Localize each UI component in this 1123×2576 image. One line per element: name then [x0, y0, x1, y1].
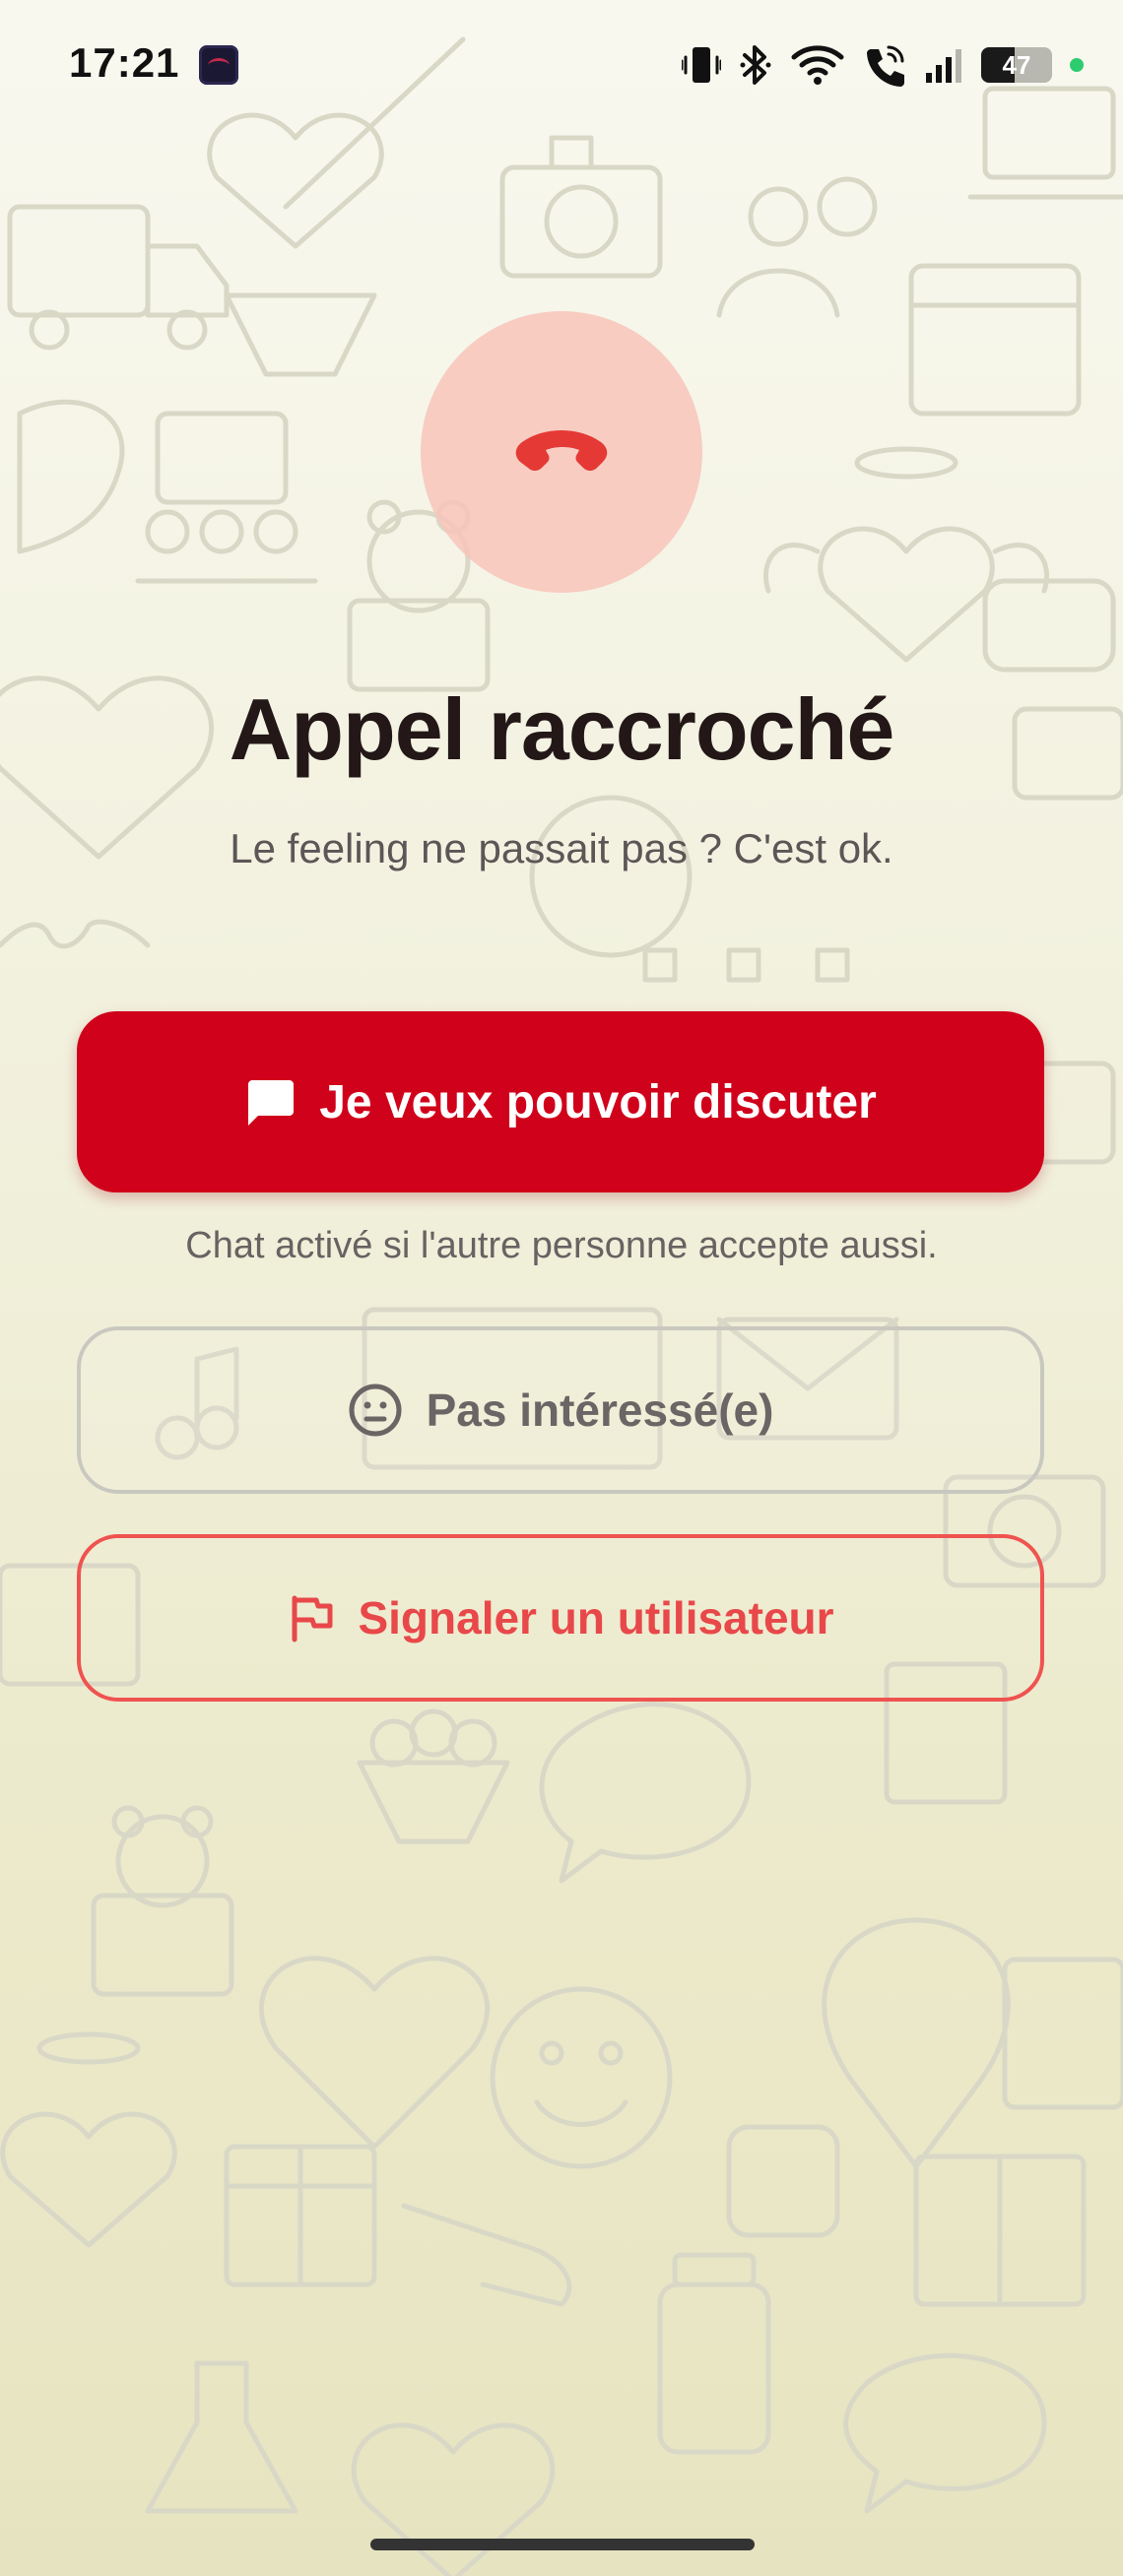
signal-icon — [926, 49, 961, 83]
wifi-call-icon — [867, 45, 904, 87]
vibrate-icon — [682, 47, 721, 83]
wifi-icon — [791, 45, 844, 85]
chat-note: Chat activé si l'autre personne accepte … — [185, 1225, 938, 1266]
bluetooth-icon — [740, 45, 771, 85]
report-user-label: Signaler un utilisateur — [358, 1592, 834, 1643]
notification-dot-icon — [1070, 58, 1084, 72]
battery-icon: 47 — [981, 47, 1052, 83]
report-user-button[interactable]: Signaler un utilisateur — [77, 1534, 1044, 1702]
chat-bubble-icon — [248, 1080, 295, 1126]
flag-icon — [292, 1595, 333, 1642]
phone-hangup-icon — [515, 430, 608, 471]
not-interested-label: Pas intéressé(e) — [426, 1385, 774, 1436]
app-icon — [199, 45, 238, 85]
status-icons: 47 — [682, 41, 1084, 89]
page-title: Appel raccroché — [229, 680, 895, 778]
hangup-badge — [421, 311, 702, 593]
not-interested-button[interactable]: Pas intéressé(e) — [77, 1326, 1044, 1494]
chat-request-label: Je veux pouvoir discuter — [319, 1075, 877, 1128]
battery-level: 47 — [1002, 49, 1031, 80]
neutral-face-icon — [349, 1384, 402, 1437]
status-bar: 17:21 47 — [0, 0, 1123, 128]
status-time: 17:21 — [69, 39, 180, 86]
home-indicator[interactable] — [370, 2539, 755, 2550]
chat-request-button[interactable]: Je veux pouvoir discuter — [77, 1011, 1044, 1192]
page-subtitle: Le feeling ne passait pas ? C'est ok. — [230, 825, 893, 871]
